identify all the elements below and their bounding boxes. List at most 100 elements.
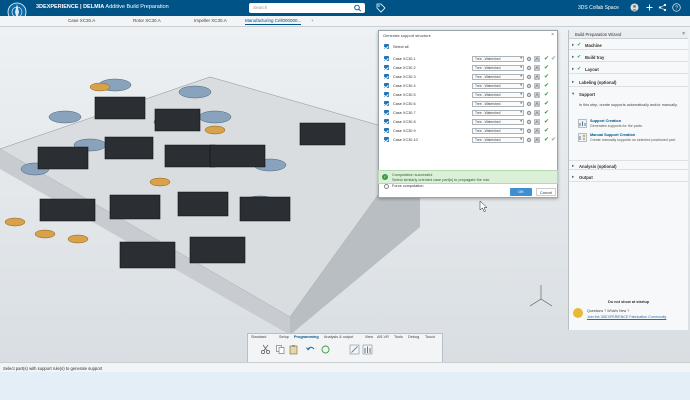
part-row[interactable]: Case XC30.4 Tree - Watershed ✔	[384, 82, 556, 91]
support-rule-icon[interactable]	[534, 64, 540, 71]
support-rule-icon[interactable]	[534, 109, 540, 116]
settings-icon[interactable]	[526, 119, 532, 125]
tab-ar-vr[interactable]: AR-VR	[377, 335, 389, 339]
tab-programming[interactable]: Programming	[294, 335, 319, 339]
settings-icon[interactable]	[526, 110, 532, 116]
ok-button[interactable]: OK	[510, 188, 532, 196]
close-icon[interactable]: ×	[551, 32, 554, 38]
support-rule-icon[interactable]	[534, 91, 540, 98]
part-checkbox[interactable]	[384, 137, 389, 142]
part-row[interactable]: Case XC30.5 Tree - Watershed ✔	[384, 91, 556, 100]
close-icon[interactable]: ×	[682, 31, 685, 37]
settings-icon[interactable]	[526, 92, 532, 98]
manual-support-title[interactable]: Manual Support Creation	[590, 133, 635, 137]
part-checkbox[interactable]	[384, 74, 389, 79]
support-rule-select[interactable]: Tree - Watershed	[472, 91, 524, 98]
help-icon[interactable]: ?	[672, 3, 681, 12]
support-rule-icon[interactable]	[534, 127, 540, 134]
support-rule-select[interactable]: Tree - Watershed	[472, 100, 524, 107]
part-checkbox[interactable]	[384, 56, 389, 61]
tag-icon[interactable]	[376, 3, 386, 13]
wizard-step-support[interactable]: ▾ Support	[569, 89, 689, 99]
support-rule-select[interactable]: Tree - Watershed	[472, 82, 524, 89]
support-rule-icon[interactable]	[534, 118, 540, 125]
wizard-step-build-tray[interactable]: ▸ ✔ Build tray	[569, 52, 689, 62]
tab-rotor[interactable]: Rotor XC30.A	[133, 18, 161, 23]
user-icon[interactable]	[630, 3, 639, 12]
support-creation-icon[interactable]	[578, 119, 587, 128]
update-icon[interactable]	[320, 344, 331, 355]
support-rule-select[interactable]: Tree - Watershed	[472, 109, 524, 116]
part-checkbox[interactable]	[384, 119, 389, 124]
add-tab-icon[interactable]: +	[311, 18, 314, 23]
support-rule-icon[interactable]	[534, 55, 540, 62]
tab-setup[interactable]: Setup	[279, 335, 289, 339]
support-tool-icon[interactable]	[362, 344, 373, 355]
part-row[interactable]: Case XC30.1 Tree - Watershed ✔ ✔	[384, 55, 556, 64]
search-icon[interactable]	[353, 4, 363, 12]
wizard-step-layout[interactable]: ▸ ✔ Layout	[569, 64, 689, 74]
support-rule-select[interactable]: Tree - Watershed	[472, 73, 524, 80]
tab-touch[interactable]: Touch	[425, 335, 435, 339]
dont-show-at-startup[interactable]: Do not show at startup	[608, 300, 649, 304]
settings-icon[interactable]	[526, 56, 532, 62]
compass-triad[interactable]	[528, 287, 554, 313]
wizard-step-labeling[interactable]: ▸ Labeling (optional)	[569, 77, 689, 87]
support-rule-select[interactable]: Tree - Watershed	[472, 64, 524, 71]
settings-icon[interactable]	[526, 128, 532, 134]
tab-standard[interactable]: Standard	[251, 335, 266, 339]
part-row[interactable]: Case XC30.9 Tree - Watershed ✔	[384, 127, 556, 136]
force-computation-radio[interactable]	[384, 184, 389, 189]
select-all-checkbox[interactable]	[384, 44, 389, 49]
support-rule-icon[interactable]	[534, 136, 540, 143]
measure-icon[interactable]	[349, 344, 360, 355]
support-rule-select[interactable]: Tree - Watershed	[472, 118, 524, 125]
support-rule-icon[interactable]	[534, 82, 540, 89]
part-checkbox[interactable]	[384, 128, 389, 133]
settings-icon[interactable]	[526, 101, 532, 107]
tab-manufacturing-cell[interactable]: Manufacturing Cell000000...	[245, 18, 302, 25]
collab-space[interactable]: 3DS Collab Space	[578, 5, 619, 11]
undo-icon[interactable]	[305, 344, 316, 355]
cancel-button[interactable]: Cancel	[536, 188, 556, 196]
part-row[interactable]: Case XC30.10 Tree - Watershed ✔ ✔	[384, 136, 556, 145]
settings-icon[interactable]	[526, 74, 532, 80]
part-checkbox[interactable]	[384, 65, 389, 70]
part-checkbox[interactable]	[384, 101, 389, 106]
wizard-step-analysis[interactable]: ▸ Analysis (optional)	[569, 160, 689, 170]
tab-debug[interactable]: Debug	[408, 335, 419, 339]
support-rule-icon[interactable]	[534, 100, 540, 107]
support-rule-select[interactable]: Tree - Watershed	[472, 136, 524, 143]
part-row[interactable]: Case XC30.3 Tree - Watershed ✔	[384, 73, 556, 82]
support-rule-icon[interactable]	[534, 73, 540, 80]
part-row[interactable]: Case XC30.6 Tree - Watershed ✔	[384, 100, 556, 109]
select-all-row[interactable]: Select all	[384, 43, 556, 52]
part-checkbox[interactable]	[384, 92, 389, 97]
paste-icon[interactable]	[288, 344, 299, 355]
share-icon[interactable]	[658, 3, 667, 12]
part-checkbox[interactable]	[384, 110, 389, 115]
copy-icon[interactable]	[275, 344, 286, 355]
settings-icon[interactable]	[526, 65, 532, 71]
tab-analysis-output[interactable]: Analysis & output	[324, 335, 353, 339]
cut-icon[interactable]	[260, 344, 271, 355]
add-icon[interactable]	[645, 3, 654, 12]
tab-impeller[interactable]: Impeller XC30.A	[194, 18, 227, 23]
tab-tools[interactable]: Tools	[394, 335, 403, 339]
settings-icon[interactable]	[526, 83, 532, 89]
search-input[interactable]: Search	[249, 3, 365, 13]
part-row[interactable]: Case XC30.7 Tree - Watershed ✔	[384, 109, 556, 118]
manual-support-icon[interactable]	[578, 133, 587, 142]
part-row[interactable]: Case XC30.8 Tree - Watershed ✔	[384, 118, 556, 127]
wizard-step-output[interactable]: ▸ Output	[569, 172, 689, 182]
settings-icon[interactable]	[526, 137, 532, 143]
support-rule-select[interactable]: Tree - Watershed	[472, 55, 524, 62]
tab-case[interactable]: Case XC30.A	[68, 18, 95, 23]
community-link[interactable]: Join the 3DEXPERIENCE Fabrication Commun…	[587, 315, 666, 319]
support-rule-select[interactable]: Tree - Watershed	[472, 127, 524, 134]
part-row[interactable]: Case XC30.2 Tree - Watershed ✔	[384, 64, 556, 73]
tab-view[interactable]: View	[365, 335, 373, 339]
wizard-step-machine[interactable]: ▸ ✔ Machine	[569, 40, 689, 50]
part-checkbox[interactable]	[384, 83, 389, 88]
support-creation-title[interactable]: Support Creation	[590, 119, 621, 123]
